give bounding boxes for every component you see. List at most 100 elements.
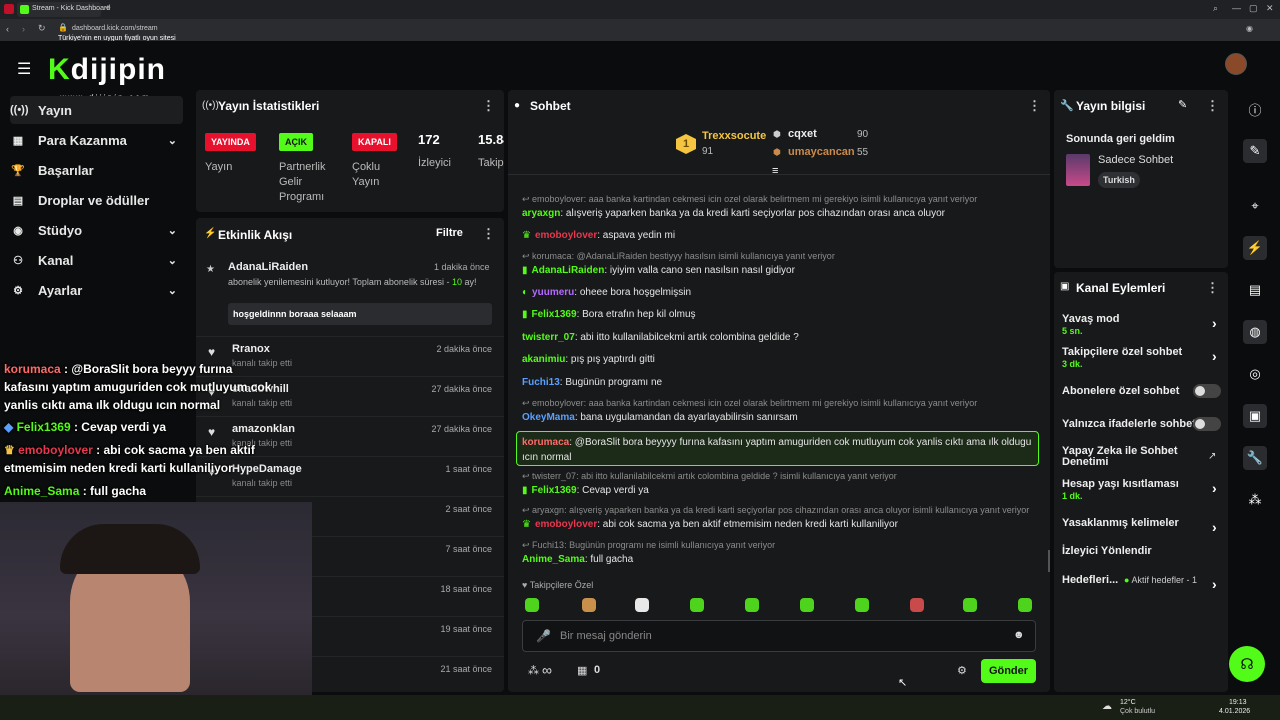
extension-icon[interactable]: ◉ [1246, 24, 1253, 33]
activity-name[interactable]: Rranox [232, 343, 270, 355]
chat-user[interactable]: emoboylover [535, 519, 597, 530]
chat-user[interactable]: Fuchi13 [522, 377, 560, 388]
active-tab[interactable]: Stream - Kick Dashboard [17, 2, 110, 17]
avatar[interactable] [1225, 53, 1247, 75]
chat-user[interactable]: AdanaLiRaiden [532, 265, 605, 276]
emote-icon[interactable] [690, 598, 704, 612]
chat-icon: ● [514, 100, 521, 111]
expand-icon[interactable]: ≡ [772, 165, 778, 177]
emote-icon[interactable] [800, 598, 814, 612]
maximize-icon[interactable]: ▢ [1249, 3, 1258, 14]
forward-icon[interactable]: › [22, 24, 25, 34]
edit-icon[interactable]: ✎ [1178, 98, 1187, 111]
external-link-icon[interactable]: ↗ [1208, 451, 1216, 462]
taskbar: ☁ 12°C Çok bulutlu 19:13 4.01.2026 [0, 695, 1280, 720]
viewer-label: İzleyici [418, 157, 452, 169]
bolt-icon[interactable]: ⚡ [1243, 236, 1267, 260]
info-icon[interactable]: ⓘ [1243, 97, 1267, 121]
support-icon[interactable]: ☊ [1229, 646, 1265, 682]
activity-first-text: abonelik yenilemesini kutluyor! Toplam a… [228, 276, 490, 288]
emote-icon[interactable] [582, 598, 596, 612]
microphone-icon[interactable]: 🎤 [536, 629, 551, 643]
chat-title: Sohbet [530, 99, 571, 113]
sidebar-item-para-kazanma[interactable]: ▦ Para Kazanma ⌄ [10, 126, 185, 154]
emote-icon[interactable] [745, 598, 759, 612]
chat-message: ♛ emoboylover: abi cok sacma ya ben aktif… [522, 519, 898, 530]
gear-icon[interactable]: ⚙ [957, 664, 967, 677]
emote-icon[interactable] [910, 598, 924, 612]
reload-icon[interactable]: ↻ [38, 23, 46, 34]
raid-action[interactable]: İzleyici Yönlendir [1062, 545, 1152, 557]
points-icon[interactable]: ⁂ [1243, 488, 1267, 512]
activity-title: Etkinlik Akışı [218, 228, 293, 242]
chat-user[interactable]: Anime_Sama [522, 554, 585, 565]
overlay-text: : full gacha [79, 484, 147, 498]
emote-icon[interactable] [963, 598, 977, 612]
chat-user[interactable]: OkeyMama [522, 412, 575, 423]
activity-time: 27 dakika önce [431, 384, 492, 394]
sidebar-item-kanal[interactable]: ⚇ Kanal ⌄ [10, 246, 185, 274]
broadcast-icon[interactable]: ◎ [1243, 362, 1267, 386]
chat-user[interactable]: akanimiu [522, 354, 565, 365]
more-icon[interactable]: ⋮ [1206, 98, 1219, 114]
chat-user[interactable]: korumaca [522, 437, 569, 448]
more-icon[interactable]: ⋮ [1206, 280, 1219, 296]
sidebar-item-droplar[interactable]: ▤ Droplar ve ödüller [10, 186, 185, 214]
leader-1-name[interactable]: Trexxsocute [702, 130, 766, 142]
points-icon[interactable]: ⁂ [528, 664, 539, 677]
chat-scrollbar[interactable] [1048, 550, 1050, 572]
wrench-icon[interactable]: 🔧 [1243, 446, 1267, 470]
chat-user[interactable]: emoboylover [535, 230, 597, 241]
send-button[interactable]: Gönder [981, 659, 1036, 683]
opera-icon[interactable] [4, 4, 14, 14]
emote-icon[interactable] [635, 598, 649, 612]
goals-action[interactable]: Hedefleri... ● Aktif hedefler - 1 › [1062, 574, 1217, 592]
category-thumbnail[interactable] [1066, 154, 1090, 186]
emoji-icon[interactable]: ☻ [1013, 629, 1025, 641]
sidebar-item-basarilar[interactable]: 🏆 Başarılar [10, 156, 185, 184]
menu-icon[interactable]: ☰ [17, 59, 31, 79]
back-icon[interactable]: ‹ [6, 24, 9, 34]
leader-2-name[interactable]: cqxet [788, 128, 817, 140]
emote-icon[interactable] [1018, 598, 1032, 612]
emote-icon[interactable] [855, 598, 869, 612]
chat-user[interactable]: Felix1369 [532, 309, 577, 320]
sidebar-item-studyo[interactable]: ◉ Stüdyo ⌄ [10, 216, 185, 244]
subscribers-only-toggle[interactable] [1193, 384, 1221, 398]
pencil-icon[interactable]: ✎ [1243, 139, 1267, 163]
more-icon[interactable]: ⋮ [482, 226, 495, 242]
layout-icon[interactable]: ▣ [1243, 404, 1267, 428]
document-icon[interactable]: ▤ [1243, 278, 1267, 302]
chat-input[interactable]: 🎤 Bir mesaj gönderin ☻ [522, 620, 1036, 652]
follower-count: 15.84 [478, 132, 504, 147]
subscribers-only-action: Abonelere özel sohbet [1062, 385, 1179, 397]
filter-button[interactable]: Filtre [436, 227, 463, 239]
more-icon[interactable]: ⋮ [482, 98, 495, 114]
ai-moderation-action[interactable]: Yapay Zeka ile Sohbet Denetimi [1062, 446, 1182, 468]
chat-user[interactable]: yuumeru [532, 287, 574, 298]
action-label: Yasaklanmış kelimeler [1062, 517, 1179, 529]
chat-bubble-icon[interactable]: ◍ [1243, 320, 1267, 344]
emote-only-toggle[interactable] [1193, 417, 1221, 431]
more-icon[interactable]: ⋮ [1028, 98, 1041, 114]
leader-3-name[interactable]: umaycancan [788, 146, 855, 158]
sidebar-item-ayarlar[interactable]: ⚙ Ayarlar ⌄ [10, 276, 185, 304]
search-icon[interactable]: ⌕ [1213, 3, 1218, 14]
chat-user[interactable]: aryaxgn [522, 208, 560, 219]
new-tab-icon[interactable]: + [105, 3, 111, 14]
minimize-icon[interactable]: — [1232, 3, 1241, 13]
followers-only-action[interactable]: Takipçilere özel sohbet 3 dk. › [1062, 346, 1217, 369]
account-age-action[interactable]: Hesap yaşı kısıtlaması 1 dk. › [1062, 478, 1217, 501]
chat-user[interactable]: Felix1369 [532, 485, 577, 496]
close-icon[interactable]: ✕ [1266, 3, 1274, 14]
sidebar-item-yayin[interactable]: ((•)) Yayın [10, 96, 185, 124]
target-icon[interactable]: ⌖ [1243, 194, 1267, 218]
category-name[interactable]: Sadece Sohbet [1098, 154, 1173, 166]
store-icon[interactable]: ▦ [577, 664, 587, 677]
chat-user[interactable]: twisterr_07 [522, 332, 575, 343]
slow-mode-action[interactable]: Yavaş mod 5 sn. › [1062, 313, 1217, 336]
banned-words-action[interactable]: Yasaklanmış kelimeler › [1062, 517, 1217, 535]
emote-icon[interactable] [525, 598, 539, 612]
activity-text: ay! [461, 277, 477, 287]
url-text[interactable]: dashboard.kick.com/stream [72, 25, 158, 32]
